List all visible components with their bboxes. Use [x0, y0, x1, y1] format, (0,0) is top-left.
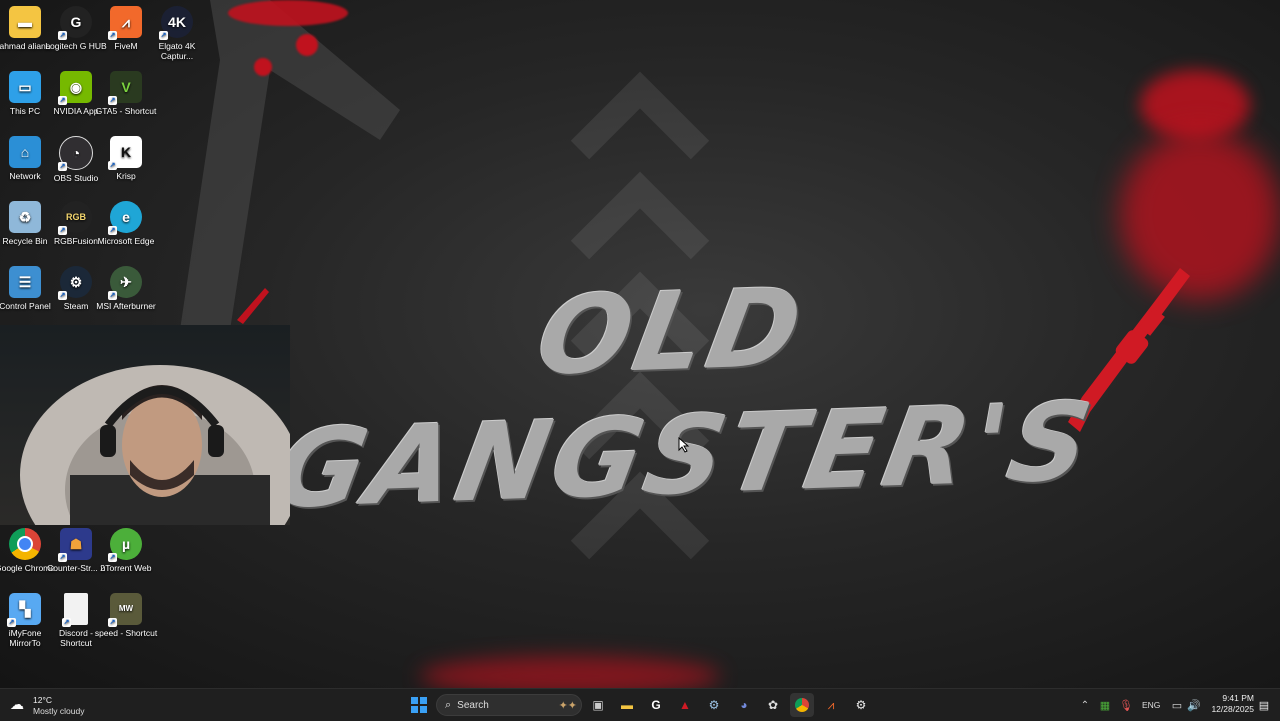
desktop-icon-krisp[interactable]: K ↗ Krisp [94, 132, 158, 181]
desktop-icon-msi-afterburner[interactable]: ✈ ↗ MSI Afterburner [94, 262, 158, 311]
person-silhouette [20, 365, 290, 525]
steam-icon: ⚙ [708, 698, 720, 712]
webcam-overlay [0, 325, 290, 525]
search-icon: ⌕ [445, 698, 452, 711]
app-red-button[interactable]: ▲ [673, 693, 697, 717]
discord-icon: ◕ [740, 698, 748, 712]
network-icon: ⌂ [9, 136, 41, 168]
wallpaper-title: OLD GANGSTER'S [265, 265, 1104, 533]
desktop-icon-gta5-shortcut[interactable]: V ↗ GTA5 - Shortcut [94, 67, 158, 116]
chrome-icon [795, 698, 809, 712]
clock-date: 12/28/2025 [1211, 704, 1254, 714]
monitor-icon: ▭ [9, 71, 41, 103]
file-icon: ↗ [62, 593, 88, 627]
windows-icon [411, 697, 427, 713]
desktop-icon-microsoft-edge[interactable]: e ↗ Microsoft Edge [94, 197, 158, 246]
taskbar-search-box[interactable]: ⌕ Search ✦✦ [436, 694, 582, 716]
file-explorer-button[interactable]: ▬ [615, 693, 639, 717]
task-view-button[interactable]: ▣ [586, 693, 610, 717]
weather-condition: Mostly cloudy [33, 706, 85, 716]
obs-icon: ◔ ↗ [58, 136, 93, 171]
logitech-button[interactable]: G [644, 693, 668, 717]
gear-icon: ⚙ [855, 698, 867, 712]
rgbfusion-icon: RGB ↗ [58, 201, 92, 235]
paint-splat [420, 656, 720, 688]
search-label: Search [457, 699, 489, 711]
chatgpt-button[interactable]: ✿ [761, 693, 785, 717]
msi-icon: ✈ ↗ [108, 266, 142, 300]
gta-icon: V ↗ [108, 71, 142, 105]
cloudy-weather-icon: ☁ [10, 696, 24, 712]
utorrent-icon: µ ↗ [108, 528, 142, 562]
desktop-icon-utorrent-web[interactable]: µ ↗ uTorrent Web [94, 524, 158, 573]
krisp-icon: K ↗ [108, 136, 142, 170]
chevron-up-icon: ⌃ [1080, 699, 1090, 711]
mouse-cursor-icon [678, 437, 690, 453]
volume-icon: 🔊 [1187, 699, 1201, 712]
edge-icon: e ↗ [108, 201, 142, 235]
microphone-button[interactable]: 🎙 [1114, 693, 1138, 717]
recycle-bin-icon: ♻ [9, 201, 41, 233]
steam-button[interactable]: ⚙ [702, 693, 726, 717]
discord-button[interactable]: ◕ [732, 693, 756, 717]
logitech-icon: G ↗ [58, 6, 92, 40]
nfs-icon: MW ↗ [108, 593, 142, 627]
tray-app-icon: ▦ [1099, 699, 1111, 712]
desktop-icon-speed-shortcut[interactable]: MW ↗ speed - Shortcut [94, 589, 158, 638]
cs2-icon: ☗ ↗ [58, 528, 92, 562]
language-indicator[interactable]: ENG [1142, 700, 1160, 710]
imyfone-icon: ▚ ↗ [7, 593, 41, 627]
elgato-icon: 4K ↗ [159, 6, 193, 40]
logitech-icon: G [651, 698, 661, 712]
weather-widget[interactable]: ☁ 12°C Mostly cloudy [10, 693, 130, 717]
fivem-button[interactable]: ⩘ [819, 693, 843, 717]
desktop-icon-elgato-4k-capture[interactable]: 4K ↗ Elgato 4K Captur... [145, 2, 209, 61]
fivem-icon: ⩘ [827, 697, 835, 712]
clock[interactable]: 9:41 PM 12/28/2025 [1204, 693, 1254, 715]
start-button[interactable] [407, 693, 431, 717]
red-mark [237, 288, 269, 324]
chrome-button[interactable] [790, 693, 814, 717]
control-panel-icon: ☰ [9, 266, 41, 298]
settings-button[interactable]: ⚙ [849, 693, 873, 717]
triangle-icon: ▲ [679, 698, 691, 712]
chrome-icon [9, 528, 41, 560]
paint-splat [296, 34, 318, 56]
notifications-button[interactable]: ▤ [1252, 693, 1276, 717]
notification-icon: ▤ [1258, 699, 1270, 712]
chatgpt-icon: ✿ [767, 698, 779, 712]
paint-splat [254, 58, 272, 76]
fivem-icon: ⩘ ↗ [108, 6, 142, 40]
weather-temp: 12°C [33, 695, 52, 705]
volume-button[interactable]: 🔊 [1182, 693, 1206, 717]
task-view-icon: ▣ [592, 698, 604, 712]
paint-splat [228, 0, 348, 26]
steam-icon: ⚙ ↗ [58, 266, 92, 300]
folder-icon: ▬ [9, 6, 41, 38]
network-icon: ▭ [1171, 699, 1183, 712]
search-highlight-icon: ✦✦ [558, 699, 577, 712]
clock-time: 9:41 PM [1222, 693, 1254, 703]
folder-icon: ▬ [621, 698, 633, 712]
microphone-icon: 🎙 [1119, 699, 1133, 712]
taskbar: ☁ 12°C Mostly cloudy ⌕ Search ✦✦ ▣ ▬ G ▲… [0, 688, 1280, 721]
nvidia-icon: ◉ ↗ [58, 71, 92, 105]
